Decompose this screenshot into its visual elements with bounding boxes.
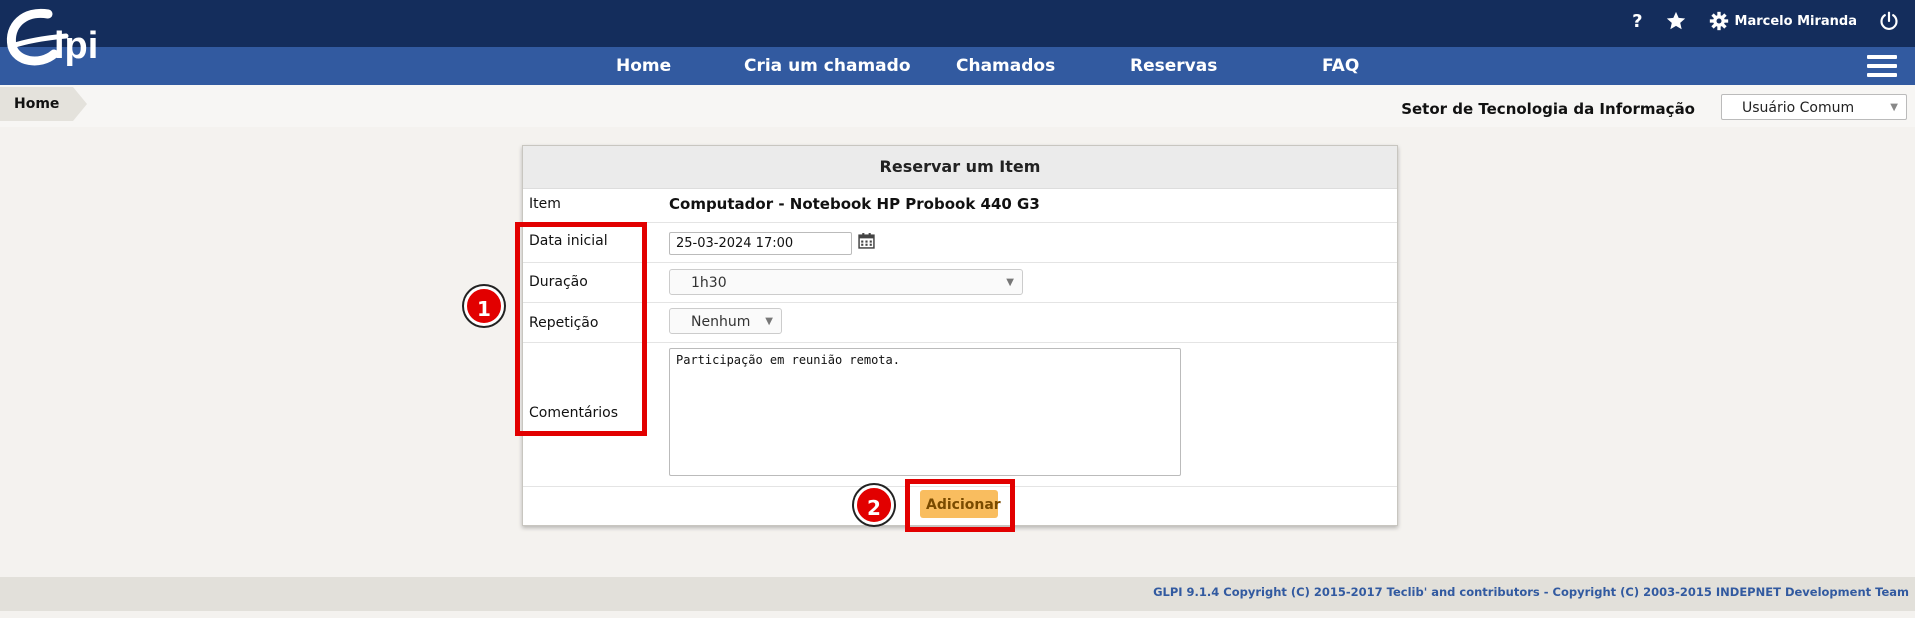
nav-reservations[interactable]: Reservas [1130, 47, 1217, 85]
gear-icon [1709, 11, 1728, 31]
calendar-icon[interactable] [858, 232, 875, 249]
duration-row: Duração 1h30 ▼ [523, 262, 1397, 303]
chevron-down-icon: ▼ [1006, 277, 1014, 288]
start-date-input[interactable]: 25-03-2024 17:00 [669, 232, 852, 255]
form-title: Reservar um Item [523, 146, 1397, 189]
footer-copyright[interactable]: GLPI 9.1.4 Copyright (C) 2015-2017 Tecli… [1153, 585, 1909, 599]
logout-icon[interactable] [1879, 11, 1899, 31]
duration-value: 1h30 [691, 275, 727, 291]
comments-row: Comentários Participação em reunião remo… [523, 342, 1397, 487]
profile-select-value: Usuário Comum [1742, 100, 1855, 116]
hamburger-menu-icon[interactable] [1867, 55, 1897, 79]
annotation-marker-1: 1 [464, 286, 504, 326]
nav-home[interactable]: Home [616, 47, 671, 85]
repeat-select[interactable]: Nenhum ▼ [669, 308, 782, 334]
annotation-box-add [905, 479, 1015, 532]
profile-select[interactable]: Usuário Comum ▼ [1721, 94, 1907, 120]
star-icon[interactable] [1665, 10, 1687, 32]
user-name: Marcelo Miranda [1734, 13, 1857, 29]
item-row: Item Computador - Notebook HP Probook 44… [523, 188, 1397, 223]
start-date-row: Data inicial 25-03-2024 17:00 [523, 222, 1397, 263]
repeat-row: Repetição Nenhum ▼ [523, 302, 1397, 343]
chevron-down-icon: ▼ [1890, 102, 1898, 113]
main-nav: Home Cria um chamado Chamados Reservas F… [0, 47, 1915, 85]
user-menu[interactable]: Marcelo Miranda [1709, 11, 1857, 31]
header-actions: ? Marcelo Miranda [1632, 10, 1899, 32]
top-bar [0, 0, 1915, 47]
help-icon[interactable]: ? [1632, 11, 1642, 32]
nav-tickets[interactable]: Chamados [956, 47, 1055, 85]
nav-faq[interactable]: FAQ [1322, 47, 1359, 85]
chevron-down-icon: ▼ [765, 316, 773, 327]
entity-name[interactable]: Setor de Tecnologia da Informação [1401, 100, 1695, 118]
annotation-marker-2: 2 [854, 485, 894, 525]
item-label: Item [529, 196, 561, 212]
breadcrumb-home[interactable]: Home [0, 87, 88, 121]
reservation-form: Reservar um Item Item Computador - Noteb… [522, 145, 1398, 526]
repeat-value: Nenhum [691, 314, 751, 330]
nav-create-ticket[interactable]: Cria um chamado [744, 47, 911, 85]
duration-select[interactable]: 1h30 ▼ [669, 269, 1023, 295]
comments-textarea[interactable]: Participação em reunião remota. [669, 348, 1181, 476]
annotation-box-fields [515, 222, 647, 436]
item-value: Computador - Notebook HP Probook 440 G3 [669, 195, 1040, 213]
